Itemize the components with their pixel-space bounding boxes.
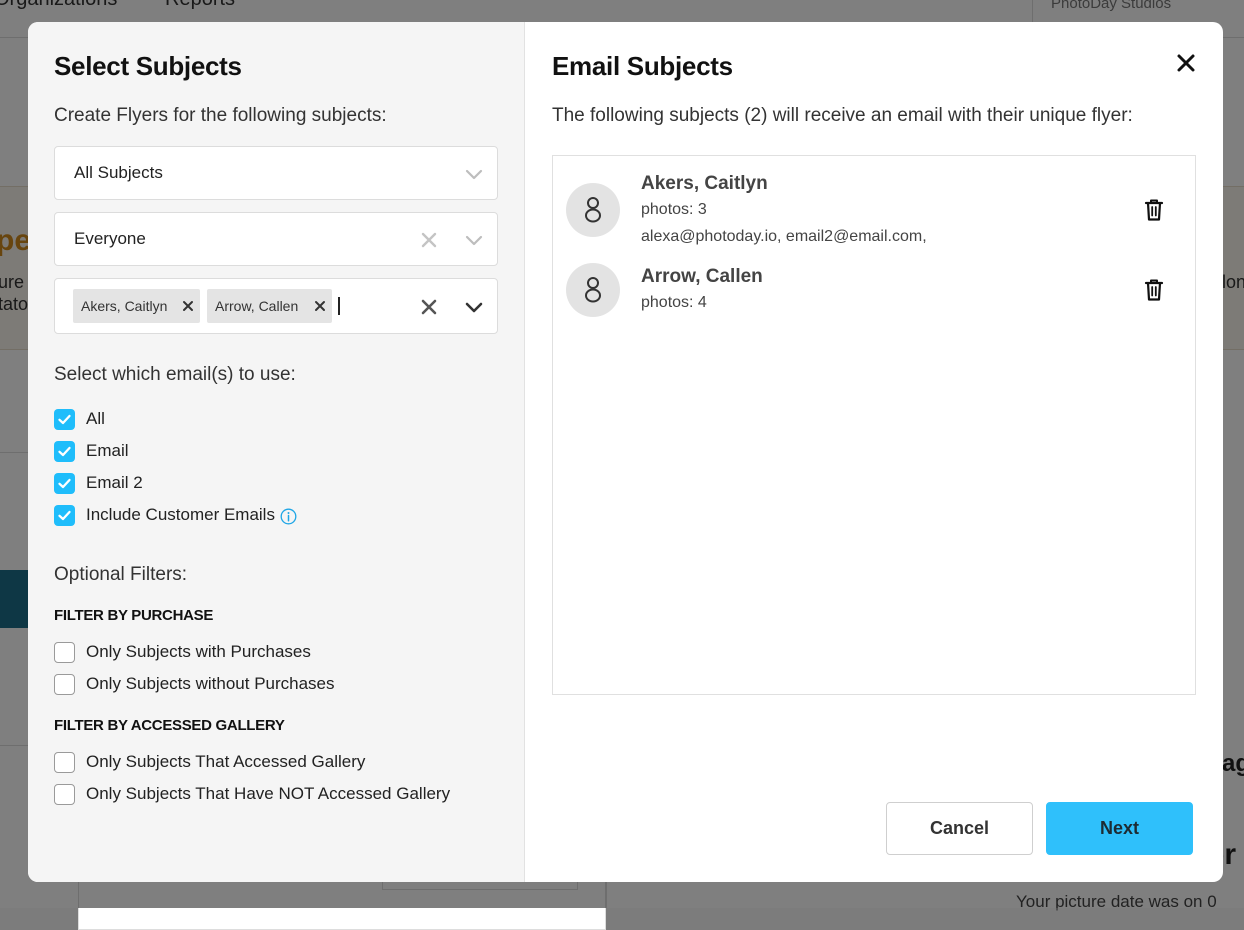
filter-accessed-gallery[interactable]: Only Subjects That Accessed Gallery (54, 751, 365, 773)
subject-name: Arrow, Callen (641, 266, 763, 287)
filter-not-accessed-gallery[interactable]: Only Subjects That Have NOT Accessed Gal… (54, 783, 450, 805)
subject-list: Akers, Caitlyn photos: 3 alexa@photoday.… (552, 155, 1196, 695)
person-icon (585, 197, 601, 223)
filter-purchase-heading: FILTER BY PURCHASE (54, 607, 214, 624)
checkbox-unchecked[interactable] (54, 783, 75, 805)
filter-option-label: Only Subjects without Purchases (86, 674, 335, 693)
filter-gallery-heading: FILTER BY ACCESSED GALLERY (54, 717, 285, 734)
email-subjects-title: Email Subjects (552, 51, 733, 81)
checkbox-checked[interactable] (54, 472, 75, 494)
filter-option-label: Only Subjects That Have NOT Accessed Gal… (86, 784, 451, 803)
next-button[interactable]: Next (1046, 802, 1193, 855)
subject-chip-label: Akers, Caitlyn (81, 298, 168, 314)
check-icon (58, 414, 71, 424)
trash-icon[interactable] (1143, 198, 1165, 222)
optional-filters-label: Optional Filters: (54, 564, 188, 585)
subject-chip: Akers, Caitlyn (73, 289, 200, 323)
check-icon (58, 510, 71, 520)
email-subjects-pane: Email Subjects The following subjects (2… (525, 22, 1223, 882)
checkbox-unchecked[interactable] (54, 751, 75, 773)
subject-chip: Arrow, Callen (207, 289, 332, 323)
clear-icon[interactable] (419, 230, 439, 250)
subject-emails: alexa@photoday.io, email2@email.com, (641, 228, 927, 245)
email-subjects-subtitle: The following subjects (2) will receive … (552, 105, 1133, 126)
email-option-all[interactable]: All (54, 408, 105, 430)
subject-group-value: Everyone (74, 229, 146, 248)
checkbox-checked[interactable] (54, 504, 75, 526)
avatar (566, 263, 620, 317)
text-cursor (338, 297, 340, 315)
subject-chip-label: Arrow, Callen (215, 298, 299, 314)
filter-without-purchases[interactable]: Only Subjects without Purchases (54, 673, 335, 695)
clear-icon[interactable] (419, 297, 439, 317)
remove-chip-icon[interactable] (314, 300, 326, 312)
check-icon (58, 478, 71, 488)
email-option-label: Email (86, 441, 129, 460)
subject-multi-select[interactable]: Akers, Caitlyn Arrow, Callen (54, 278, 498, 334)
email-option-label: All (86, 409, 105, 428)
create-flyers-modal: Select Subjects Create Flyers for the fo… (28, 22, 1223, 882)
trash-icon[interactable] (1143, 278, 1165, 302)
remove-chip-icon[interactable] (182, 300, 194, 312)
checkbox-checked[interactable] (54, 440, 75, 462)
email-section-label: Select which email(s) to use: (54, 364, 296, 385)
subject-name: Akers, Caitlyn (641, 173, 768, 194)
subject-photo-count: photos: 3 (641, 201, 707, 218)
avatar (566, 183, 620, 237)
filter-option-label: Only Subjects That Accessed Gallery (86, 752, 366, 771)
email-option-label: Email 2 (86, 473, 143, 492)
email-option-email-2[interactable]: Email 2 (54, 472, 143, 494)
select-subjects-pane: Select Subjects Create Flyers for the fo… (28, 22, 525, 882)
chevron-down-icon[interactable] (464, 164, 484, 184)
select-subjects-title: Select Subjects (54, 51, 242, 81)
chevron-down-icon[interactable] (464, 230, 484, 250)
select-subjects-subtitle: Create Flyers for the following subjects… (54, 105, 387, 126)
email-option-label: Include Customer Emails (86, 505, 275, 524)
checkbox-checked[interactable] (54, 408, 75, 430)
subject-scope-value: All Subjects (74, 163, 163, 182)
checkbox-unchecked[interactable] (54, 673, 75, 695)
filter-with-purchases[interactable]: Only Subjects with Purchases (54, 641, 311, 663)
close-icon[interactable] (1175, 52, 1197, 74)
email-option-email[interactable]: Email (54, 440, 129, 462)
person-icon (585, 277, 601, 303)
cancel-button[interactable]: Cancel (886, 802, 1033, 855)
subject-scope-select[interactable]: All Subjects (54, 146, 498, 200)
chevron-down-icon[interactable] (464, 297, 484, 317)
info-icon[interactable] (280, 508, 297, 525)
filter-option-label: Only Subjects with Purchases (86, 642, 311, 661)
subject-photo-count: photos: 4 (641, 294, 707, 311)
checkbox-unchecked[interactable] (54, 641, 75, 663)
email-option-customer-emails[interactable]: Include Customer Emails (54, 504, 297, 526)
subject-group-select[interactable]: Everyone (54, 212, 498, 266)
check-icon (58, 446, 71, 456)
